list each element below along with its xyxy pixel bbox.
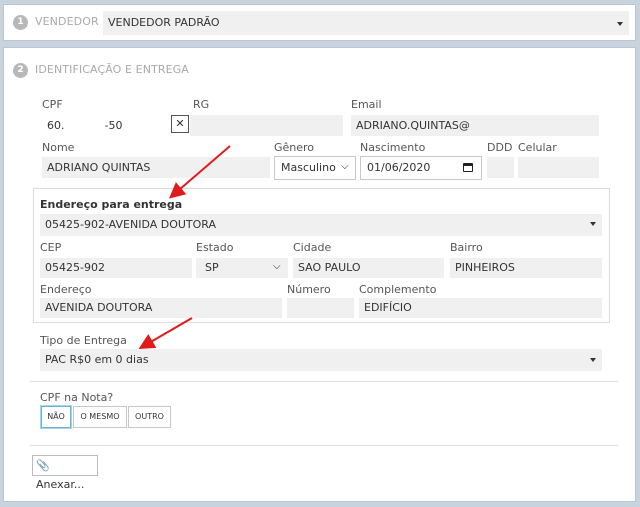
annotation-arrow-endereco xyxy=(168,145,231,199)
annotation-arrow-tipo-entrega xyxy=(138,317,193,350)
annotation-arrows xyxy=(138,145,231,350)
